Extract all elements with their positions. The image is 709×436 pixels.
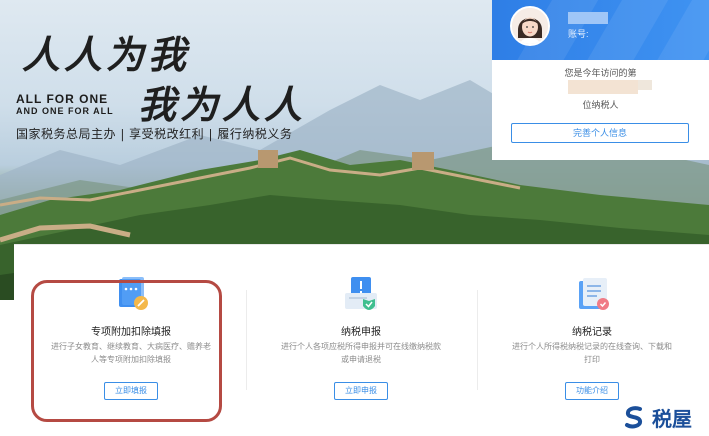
highlight-annotation	[31, 280, 222, 422]
slogan-chinese-line2: 我为人人	[138, 82, 307, 127]
watermark: 税屋	[622, 402, 692, 432]
slogan-chinese-line1: 人人为我	[22, 32, 191, 77]
masked-visit-count	[568, 80, 652, 94]
tax-declaration-icon	[345, 277, 377, 310]
banner-tagline: 国家税务总局主办 | 享受税改红利 | 履行纳税义务	[16, 127, 293, 141]
complete-profile-button[interactable]: 完善个人信息	[511, 123, 689, 143]
watermark-text: 税屋	[652, 406, 692, 431]
service-title: 纳税申报	[341, 327, 381, 338]
avatar[interactable]	[510, 6, 550, 46]
taxpayer-text: 位纳税人	[582, 100, 619, 110]
service-tax-declaration: 纳税申报 进行个人各项应税所得申报并可在线缴纳税款或申请退税 立即申报	[246, 245, 476, 415]
account-label: 账号:	[568, 29, 589, 39]
declare-now-button[interactable]: 立即申报	[334, 382, 388, 400]
service-description: 进行个人所得税纳税记录的在线查询、下载和打印	[512, 342, 672, 364]
shuiwu-logo-icon	[625, 406, 643, 429]
visit-count-text: 您是今年访问的第	[564, 68, 637, 78]
masked-username	[568, 12, 608, 24]
service-description: 进行个人各项应税所得申报并可在线缴纳税款或申请退税	[281, 342, 441, 364]
service-title: 纳税记录	[572, 327, 612, 338]
user-info-card: 账号: 您是今年访问的第 位纳税人 完善个人信息	[492, 0, 709, 160]
service-tax-record: 纳税记录 进行个人所得税纳税记录的在线查询、下载和打印 功能介绍	[477, 245, 707, 415]
user-card-header: 账号:	[492, 0, 709, 60]
slogan-english-line2: AND ONE FOR ALL	[16, 106, 114, 116]
feature-intro-button[interactable]: 功能介绍	[565, 382, 619, 400]
slogan-english-line1: ALL FOR ONE	[16, 92, 109, 106]
user-avatar-icon	[512, 8, 548, 44]
tax-record-icon	[579, 278, 609, 310]
